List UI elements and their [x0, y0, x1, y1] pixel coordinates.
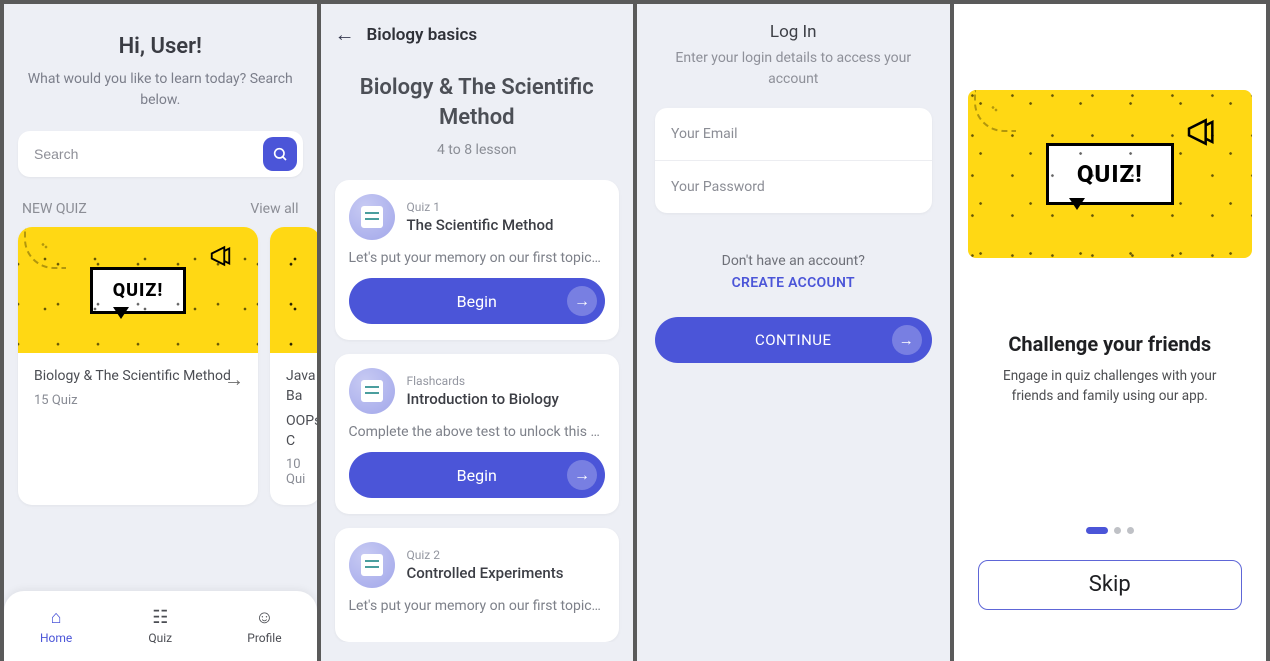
document-icon — [361, 206, 383, 228]
onboard-title: Challenge your friends — [954, 332, 1267, 356]
card-title: Java Ba — [286, 367, 304, 406]
card-subtitle: OOPs C — [286, 412, 304, 451]
card-count: 10 Qui — [286, 457, 304, 487]
login-form: Your Email Your Password — [655, 108, 932, 213]
screen-home: Hi, User! What would you like to learn t… — [4, 4, 317, 661]
greeting-subtitle: What would you like to learn today? Sear… — [24, 69, 297, 111]
lesson-meta: Quiz 2 — [407, 548, 564, 562]
quiz-card[interactable]: QUIZ! Biology & The Scientific Method 15… — [18, 227, 258, 505]
login-subtitle: Enter your login details to access your … — [667, 48, 920, 90]
lesson-title: Introduction to Biology — [407, 390, 559, 408]
quiz-bubble: QUIZ! — [90, 267, 187, 314]
screen-onboarding: QUIZ! Challenge your friends Engage in q… — [954, 4, 1267, 661]
lesson-meta: Flashcards — [407, 374, 559, 388]
greeting: Hi, User! — [24, 34, 297, 59]
search-icon — [272, 146, 288, 162]
button-label: Begin — [457, 466, 497, 485]
nav-home[interactable]: ⌂ Home — [4, 591, 108, 661]
quiz-bubble: QUIZ! — [1046, 143, 1174, 205]
search-input[interactable] — [34, 146, 263, 162]
list-icon: ☷ — [152, 607, 168, 628]
quiz-banner — [270, 227, 317, 353]
lesson-title: The Scientific Method — [407, 216, 554, 234]
nav-label: Quiz — [148, 631, 172, 645]
continue-button[interactable]: CONTINUE → — [655, 317, 932, 363]
dot — [1114, 527, 1121, 534]
section-title: NEW QUIZ — [22, 201, 87, 217]
lesson-icon — [349, 194, 395, 240]
document-icon — [361, 380, 383, 402]
arrow-right-icon: → — [224, 367, 244, 392]
quiz-banner: QUIZ! — [18, 227, 258, 353]
page-title: Biology basics — [367, 25, 478, 45]
login-title: Log In — [667, 22, 920, 42]
onboard-banner: QUIZ! — [968, 90, 1253, 258]
arrow-right-icon: → — [892, 325, 922, 355]
onboard-desc: Engage in quiz challenges with your frie… — [982, 366, 1239, 407]
view-all-link[interactable]: View all — [250, 201, 298, 217]
lesson-icon — [349, 368, 395, 414]
begin-button[interactable]: Begin → — [349, 452, 606, 498]
button-label: CONTINUE — [755, 331, 832, 349]
screen-login: Log In Enter your login details to acces… — [637, 4, 950, 661]
page-indicator — [954, 527, 1267, 534]
megaphone-icon — [208, 241, 238, 271]
lesson-desc: Complete the above test to unlock this … — [349, 424, 606, 440]
quiz-card[interactable]: Java Ba OOPs C 10 Qui — [270, 227, 317, 505]
bottom-nav: ⌂ Home ☷ Quiz ☺ Profile — [4, 591, 317, 661]
card-count: 15 Quiz — [34, 393, 242, 408]
person-icon: ☺ — [255, 607, 273, 628]
megaphone-icon — [1184, 112, 1224, 152]
lesson-desc: Let's put your memory on our first topic… — [349, 250, 606, 266]
arrow-right-icon: → — [567, 460, 597, 490]
lesson-meta: Quiz 1 — [407, 200, 554, 214]
search-button[interactable] — [263, 137, 297, 171]
home-icon: ⌂ — [51, 607, 62, 628]
card-title: Biology & The Scientific Method — [34, 367, 242, 387]
lesson-title: Controlled Experiments — [407, 564, 564, 582]
dot-active — [1086, 527, 1108, 534]
nav-quiz[interactable]: ☷ Quiz — [108, 591, 212, 661]
email-field[interactable]: Your Email — [655, 108, 932, 160]
lesson-desc: Let's put your memory on our first topic… — [349, 598, 606, 614]
back-button[interactable]: ← — [335, 22, 355, 47]
screen-course: ← Biology basics Biology & The Scientifi… — [321, 4, 634, 661]
lesson-card: Flashcards Introduction to Biology Compl… — [335, 354, 620, 514]
nav-label: Home — [40, 631, 72, 645]
nav-label: Profile — [247, 631, 281, 645]
begin-button[interactable]: Begin → — [349, 278, 606, 324]
lesson-icon — [349, 542, 395, 588]
arrow-right-icon: → — [567, 286, 597, 316]
button-label: Begin — [457, 292, 497, 311]
no-account-text: Don't have an account? — [637, 253, 950, 269]
dot — [1127, 527, 1134, 534]
search-bar[interactable] — [18, 131, 303, 177]
document-icon — [361, 554, 383, 576]
skip-button[interactable]: Skip — [978, 560, 1243, 610]
create-account-link[interactable]: CREATE ACCOUNT — [637, 275, 950, 291]
nav-profile[interactable]: ☺ Profile — [212, 591, 316, 661]
course-title: Biology & The Scientific Method — [341, 73, 614, 132]
course-subtitle: 4 to 8 lesson — [341, 142, 614, 158]
lesson-card: Quiz 2 Controlled Experiments Let's put … — [335, 528, 620, 642]
lesson-card: Quiz 1 The Scientific Method Let's put y… — [335, 180, 620, 340]
password-field[interactable]: Your Password — [655, 160, 932, 213]
